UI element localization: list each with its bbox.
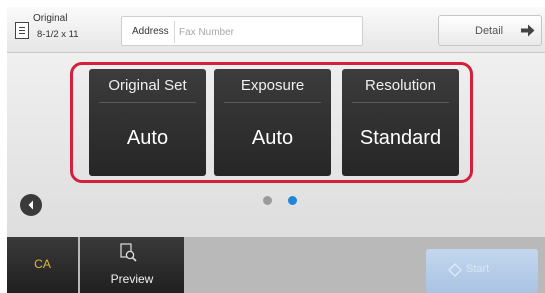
start-diamond-icon — [448, 263, 462, 277]
exposure-value: Auto — [251, 127, 294, 149]
exposure-title: Exposure — [240, 77, 305, 94]
start-label: Start — [466, 263, 490, 275]
chevron-left-icon — [28, 200, 33, 210]
preview-label: Preview — [110, 272, 154, 286]
original-button[interactable]: Original 8-1/2 x 11 — [11, 11, 115, 47]
fax-number-input[interactable] — [174, 21, 358, 43]
resolution-title: Resolution — [365, 77, 436, 94]
resolution-value: Standard — [359, 127, 442, 149]
divider — [352, 102, 449, 103]
document-icon — [15, 22, 29, 39]
detail-button[interactable]: Detail — [438, 15, 542, 46]
footer-bar: CA Preview Start — [7, 237, 545, 293]
preview-button[interactable]: Preview — [80, 237, 184, 293]
original-set-value: Auto — [126, 127, 169, 149]
back-button[interactable] — [20, 194, 42, 216]
original-size: 8-1/2 x 11 — [37, 29, 79, 40]
ca-button[interactable]: CA — [7, 237, 78, 293]
divider — [99, 102, 196, 103]
original-set-title: Original Set — [108, 77, 187, 94]
original-label: Original — [33, 13, 68, 24]
address-field[interactable]: Address — [121, 16, 363, 46]
detail-label: Detail — [475, 25, 504, 37]
magnifier-document-icon — [120, 243, 137, 262]
divider — [224, 102, 321, 103]
page-indicator-dot-1[interactable] — [263, 196, 272, 205]
address-label: Address — [132, 26, 169, 37]
page-indicator-dot-2[interactable] — [288, 196, 297, 205]
arrow-right-icon — [521, 24, 535, 37]
resolution-button[interactable]: Resolution Standard — [342, 69, 459, 176]
start-button[interactable]: Start — [426, 249, 538, 293]
original-set-button[interactable]: Original Set Auto — [89, 69, 206, 176]
header-bar: Original 8-1/2 x 11 Address Detail — [7, 7, 545, 53]
exposure-button[interactable]: Exposure Auto — [214, 69, 331, 176]
screen: Original 8-1/2 x 11 Address Detail Origi… — [7, 7, 545, 293]
ca-label: CA — [34, 257, 51, 271]
